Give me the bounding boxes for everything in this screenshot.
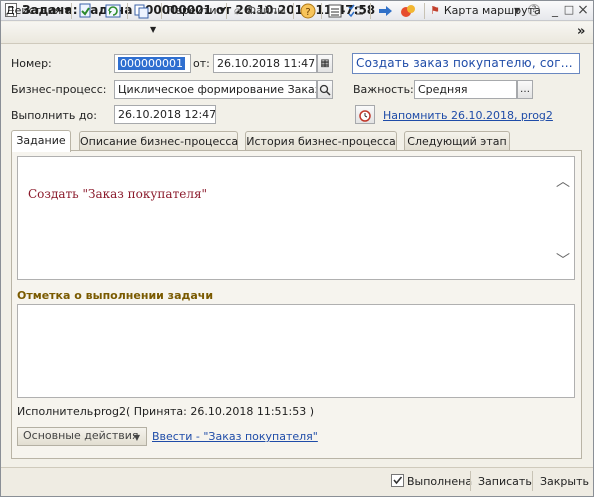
footer-separator <box>470 471 471 491</box>
goto-menu-label: Перейти <box>167 4 217 17</box>
toolbar <box>1 22 593 44</box>
toolbar-separator <box>226 3 227 19</box>
subject-field[interactable]: Создать заказ покупателю, сог... <box>352 53 580 74</box>
number-label: Номер: <box>11 57 52 70</box>
paperclip-icon: ⌀ <box>234 4 241 17</box>
minimize-button[interactable]: _ <box>548 4 562 16</box>
search-icon[interactable] <box>317 80 333 99</box>
write-button[interactable]: Записать <box>478 475 532 488</box>
save-and-close-icon[interactable] <box>77 3 93 19</box>
date-label: от: <box>193 57 210 70</box>
scroll-down-icon[interactable]: ﹀ <box>556 250 570 270</box>
reread-icon[interactable] <box>105 3 121 19</box>
calendar-icon[interactable]: ▦ <box>317 54 333 73</box>
route-map-icon: ⚑ <box>430 4 440 17</box>
toolbar-overflow-icon[interactable]: » <box>577 24 585 39</box>
toolbar-separator <box>127 3 128 19</box>
alarm-clock-icon[interactable] <box>355 105 375 124</box>
tab-process-history[interactable]: История бизнес-процесса <box>245 131 397 151</box>
executor-label: Исполнитель: <box>17 405 97 418</box>
tab-process-description[interactable]: Описание бизнес-процесса <box>79 131 238 151</box>
number-field[interactable]: 000000001 <box>114 54 191 73</box>
toolbar-separator <box>293 3 294 19</box>
importance-label: Важность: <box>353 83 414 96</box>
maximize-button[interactable]: □ <box>562 4 576 16</box>
toolbar-separator <box>321 3 322 19</box>
footer-separator <box>532 471 533 491</box>
due-label: Выполнить до: <box>11 109 97 122</box>
main-actions-button[interactable]: Основные действия ▼ <box>17 427 147 446</box>
list-icon[interactable] <box>327 3 343 19</box>
date-field[interactable]: 26.10.2018 11:47:58 <box>213 54 317 73</box>
actions-menu[interactable]: Действия ▼ <box>6 3 70 19</box>
completion-title: Отметка о выполнении задачи <box>17 289 214 302</box>
number-value: 000000001 <box>118 57 185 70</box>
chevron-down-icon[interactable]: ▼ <box>150 25 156 34</box>
files-button-label: Файлы <box>246 4 286 17</box>
scroll-up-icon[interactable]: ︿ <box>556 171 570 191</box>
close-window-button[interactable]: × <box>576 3 590 17</box>
task-text: Создать "Заказ покупателя" <box>28 187 208 201</box>
done-checkbox[interactable] <box>391 474 404 487</box>
process-label: Бизнес-процесс: <box>11 83 107 96</box>
importance-field[interactable]: Средняя <box>414 80 517 99</box>
toolbar-separator <box>370 3 371 19</box>
route-map-label: Карта маршрута <box>443 4 541 17</box>
toolbar-separator <box>161 3 162 19</box>
importance-select-button[interactable]: … <box>517 80 533 99</box>
goto-menu[interactable]: Перейти ▼ <box>167 3 226 19</box>
executor-value: prog2 <box>94 405 126 418</box>
route-map-button[interactable]: ⚑ Карта маршрута <box>430 3 541 19</box>
chevron-down-icon: ▼ <box>133 433 140 442</box>
actions-menu-label: Действия <box>6 4 62 17</box>
process-field[interactable]: Циклическое формирование Заказов П <box>114 80 317 99</box>
files-button[interactable]: ⌀ Файлы <box>234 3 286 19</box>
svg-text:?: ? <box>305 7 310 18</box>
help-icon[interactable]: ? <box>300 3 316 19</box>
main-actions-label: Основные действия <box>23 429 139 442</box>
reminder-link[interactable]: Напомнить 26.10.2018, prog2 <box>383 109 553 122</box>
accepted-text: ( Принята: 26.10.2018 11:51:53 ) <box>126 405 315 418</box>
process-icon[interactable] <box>400 3 416 19</box>
done-label[interactable]: Выполнена <box>407 475 472 488</box>
checklist-icon[interactable] <box>348 3 364 19</box>
toolbar-separator <box>71 3 72 19</box>
tab-next-stage[interactable]: Следующий этап <box>404 131 510 151</box>
chevron-down-icon: ▼ <box>64 6 71 15</box>
enter-order-link[interactable]: Ввести - "Заказ покупателя" <box>152 430 318 443</box>
toolbar-separator <box>424 3 425 19</box>
close-button[interactable]: Закрыть <box>540 475 589 488</box>
completion-text-area[interactable] <box>17 304 575 398</box>
chevron-down-icon: ▼ <box>219 6 226 15</box>
copy-icon[interactable] <box>133 3 149 19</box>
redirect-icon[interactable] <box>378 3 394 19</box>
due-field[interactable]: 26.10.2018 12:47 <box>114 105 216 124</box>
tab-task[interactable]: Задание <box>11 130 71 152</box>
task-text-area[interactable] <box>17 156 575 280</box>
